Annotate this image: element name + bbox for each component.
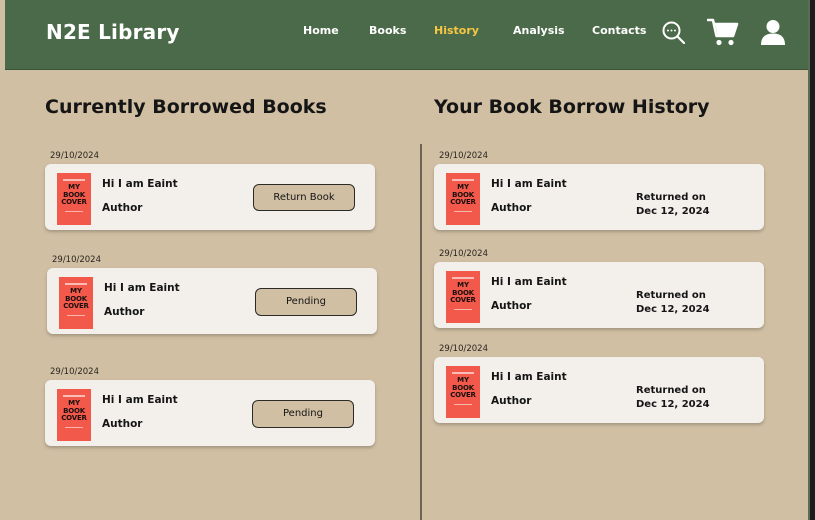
book-title: Hi I am Eaint (102, 178, 178, 190)
returned-label: Returned on (636, 385, 706, 396)
nav-analysis[interactable]: Analysis (513, 24, 565, 37)
book-author: Author (491, 202, 532, 214)
search-icon[interactable] (661, 20, 687, 46)
pending-button[interactable]: Pending (252, 400, 354, 428)
nav-history[interactable]: History (434, 24, 479, 37)
book-author: Author (102, 202, 143, 214)
borrow-date: 29/10/2024 (50, 151, 99, 161)
book-author: Author (104, 306, 145, 318)
history-date: 29/10/2024 (439, 151, 488, 161)
book-cover-image: MY BOOK COVER (446, 366, 480, 418)
book-cover-image: MY BOOK COVER (446, 173, 480, 225)
history-date: 29/10/2024 (439, 249, 488, 259)
book-author: Author (491, 300, 532, 312)
window-edge (808, 0, 815, 520)
nav-books[interactable]: Books (369, 24, 406, 37)
history-book-card: MY BOOK COVER Hi I am Eaint Author Returne… (434, 262, 764, 328)
book-author: Author (491, 395, 532, 407)
page: N2E Library Home Books History Analysis … (0, 0, 808, 520)
returned-label: Returned on (636, 192, 706, 203)
book-cover-image: MY BOOK COVER (57, 389, 91, 441)
book-cover-image: MY BOOK COVER (57, 173, 91, 225)
book-cover-image: MY BOOK COVER (59, 277, 93, 329)
history-book-card: MY BOOK COVER Hi I am Eaint Author Returne… (434, 164, 764, 230)
borrowed-book-card: MY BOOK COVER Hi I am Eaint Author Pending (47, 268, 377, 334)
book-title: Hi I am Eaint (102, 394, 178, 406)
history-book-card: MY BOOK COVER Hi I am Eaint Author Returne… (434, 357, 764, 423)
borrowed-book-card: MY BOOK COVER Hi I am Eaint Author Return … (45, 164, 375, 230)
user-icon[interactable] (760, 19, 786, 45)
returned-date: Dec 12, 2024 (636, 304, 710, 315)
book-title: Hi I am Eaint (491, 178, 567, 190)
book-cover-image: MY BOOK COVER (446, 271, 480, 323)
cart-icon[interactable] (707, 17, 739, 47)
book-title: Hi I am Eaint (104, 282, 180, 294)
returned-date: Dec 12, 2024 (636, 206, 710, 217)
book-title: Hi I am Eaint (491, 371, 567, 383)
pending-button[interactable]: Pending (255, 288, 357, 316)
top-navbar: N2E Library Home Books History Analysis … (5, 0, 808, 70)
book-author: Author (102, 418, 143, 430)
borrow-date: 29/10/2024 (52, 255, 101, 265)
history-date: 29/10/2024 (439, 344, 488, 354)
borrow-date: 29/10/2024 (50, 367, 99, 377)
returned-label: Returned on (636, 290, 706, 301)
book-title: Hi I am Eaint (491, 276, 567, 288)
borrowed-book-card: MY BOOK COVER Hi I am Eaint Author Pending (45, 380, 375, 446)
nav-home[interactable]: Home (303, 24, 339, 37)
nav-contacts[interactable]: Contacts (592, 24, 646, 37)
borrowed-heading: Currently Borrowed Books (45, 96, 327, 118)
brand-logo[interactable]: N2E Library (46, 20, 180, 44)
return-book-button[interactable]: Return Book (253, 184, 355, 211)
column-divider (420, 144, 422, 520)
returned-date: Dec 12, 2024 (636, 399, 710, 410)
history-heading: Your Book Borrow History (434, 96, 710, 118)
